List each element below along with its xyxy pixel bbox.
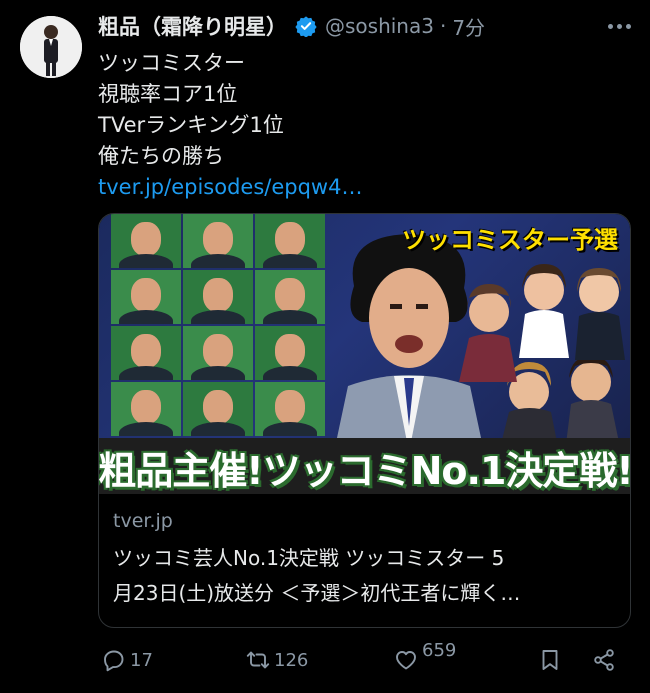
avatar[interactable]: [20, 16, 82, 78]
tweet-line: ツッコミスター: [98, 51, 245, 75]
thumbnail-cast: [459, 264, 625, 452]
share-button[interactable]: [592, 648, 616, 672]
display-name[interactable]: 粗品（霜降り明星）: [98, 11, 287, 41]
bookmark-button[interactable]: [538, 648, 562, 672]
card-title-line: ツッコミ芸人No.1決定戦 ツッコミスター 5: [113, 546, 505, 570]
like-button[interactable]: 659: [394, 640, 456, 672]
thumbnail-caption: 粗品主催!ツッコミNo.1決定戦!: [99, 448, 631, 493]
face-tile: [255, 326, 325, 380]
tweet-line: 俺たちの勝ち: [98, 144, 224, 168]
face-tile: [111, 382, 181, 436]
reply-count: 17: [130, 649, 153, 671]
like-icon: [396, 651, 416, 670]
retweet-count: 126: [274, 649, 309, 671]
card-title[interactable]: ツッコミ芸人No.1決定戦 ツッコミスター 5 月23日(土)放送分 ＜予選＞初…: [113, 541, 618, 611]
reply-button[interactable]: 17: [102, 648, 153, 672]
face-tile: [255, 382, 325, 436]
reply-icon: [104, 650, 124, 672]
face-tile: [183, 214, 253, 268]
link-card[interactable]: ツッコミスター予選 粗品主催!ツッコミNo.1決定戦! tver.jp ツッコミ…: [98, 213, 631, 628]
tweet-link[interactable]: tver.jp/episodes/epqw4…: [98, 172, 362, 203]
more-icon[interactable]: [604, 14, 634, 38]
retweet-button[interactable]: 126: [246, 648, 308, 672]
card-domain: tver.jp: [113, 510, 173, 532]
tweet-text: ツッコミスター 視聴率コア1位 TVerランキング1位 俺たちの勝ち tver.…: [98, 48, 362, 203]
face-tile: [111, 270, 181, 324]
card-title-line: 月23日(土)放送分 ＜予選＞初代王者に輝く…: [113, 581, 521, 605]
face-tile: [183, 326, 253, 380]
handle[interactable]: @soshina3: [325, 14, 434, 38]
tweet-line: TVerランキング1位: [98, 113, 284, 137]
avatar-image: [20, 16, 82, 78]
tweet-line: 視聴率コア1位: [98, 82, 238, 106]
timestamp[interactable]: 7分: [452, 12, 485, 41]
tweet-header: 粗品（霜降り明星） @soshina3 · 7分: [98, 8, 485, 44]
tweet-actions: 17 126 659: [98, 640, 628, 680]
retweet-icon: [246, 651, 270, 669]
thumbnail-banner: ツッコミスター予選: [402, 226, 618, 254]
face-tile: [111, 326, 181, 380]
face-tile: [183, 270, 253, 324]
card-thumbnail[interactable]: ツッコミスター予選 粗品主催!ツッコミNo.1決定戦!: [99, 214, 631, 494]
share-icon: [594, 649, 614, 671]
bookmark-icon: [542, 650, 558, 670]
face-tile: [111, 214, 181, 268]
like-count: 659: [422, 639, 457, 661]
face-tile: [183, 382, 253, 436]
face-tile: [255, 214, 325, 268]
separator: ·: [439, 14, 447, 38]
thumbnail-face-grid: [111, 214, 325, 436]
verified-badge-icon: [295, 15, 317, 38]
face-tile: [255, 270, 325, 324]
